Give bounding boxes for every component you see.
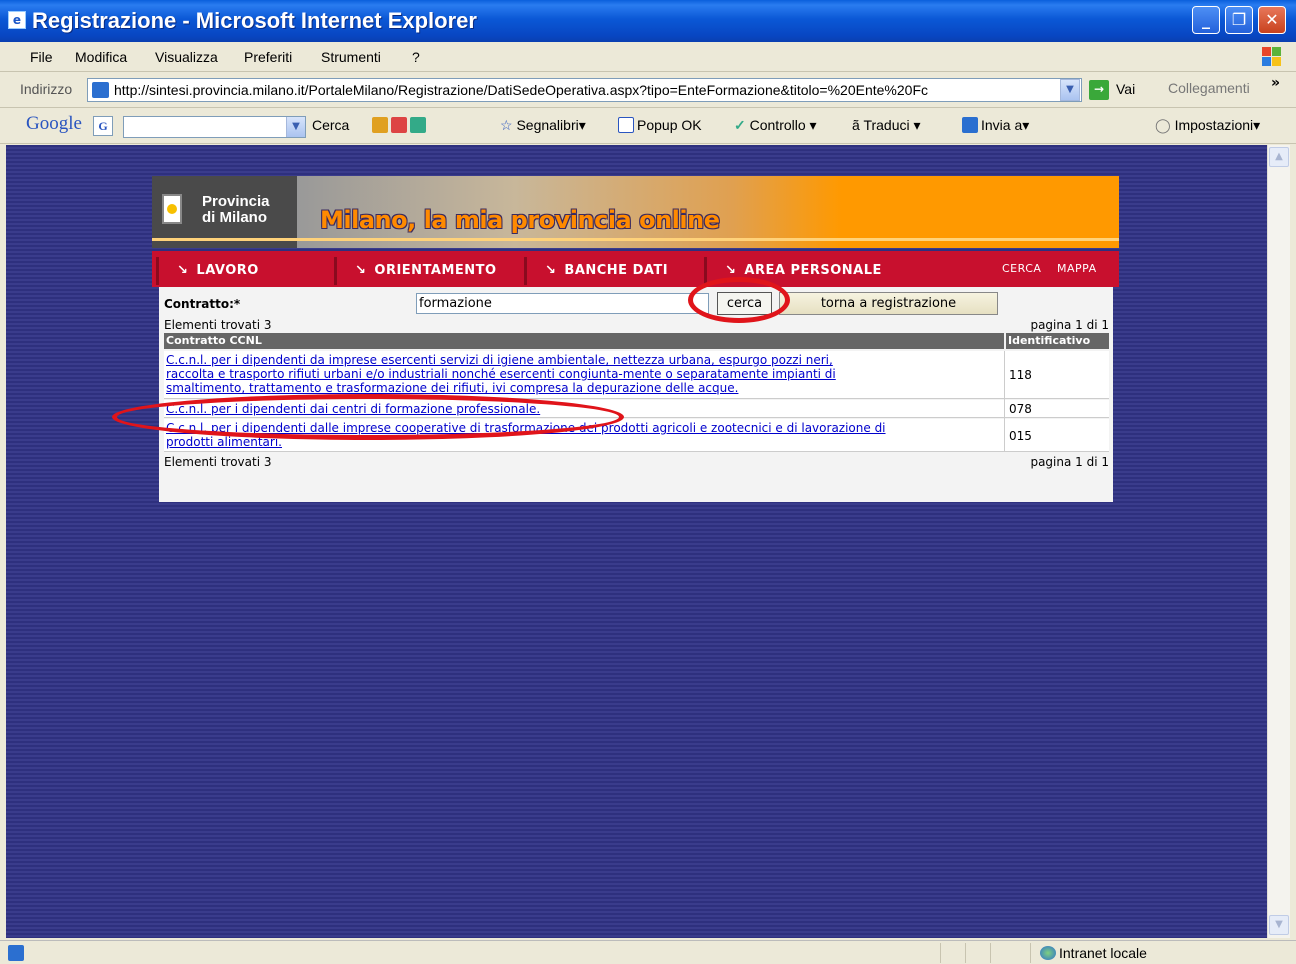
page-icon xyxy=(92,82,109,98)
menu-bar: File Modifica Visualizza Preferiti Strum… xyxy=(0,42,1296,72)
status-separator xyxy=(940,943,941,963)
address-input[interactable]: http://sintesi.provincia.milano.it/Porta… xyxy=(87,78,1082,102)
menu-modifica[interactable]: Modifica xyxy=(75,49,127,65)
provincia-brand: Provincia di Milano xyxy=(202,193,270,226)
column-divider xyxy=(1004,351,1005,452)
ie-page-icon: e xyxy=(8,11,26,29)
contract-link-015[interactable]: C.c.n.l. per i dipendenti dalle imprese … xyxy=(166,421,886,449)
popup-icon xyxy=(618,117,634,133)
status-separator xyxy=(965,943,966,963)
google-menu-icon[interactable]: G xyxy=(93,116,113,136)
google-search-dropdown-icon[interactable]: ▼ xyxy=(286,117,305,137)
contract-link-118[interactable]: C.c.n.l. per i dipendenti da imprese ese… xyxy=(166,353,836,395)
spellcheck-icon: ✓ xyxy=(734,117,750,133)
scroll-up-icon[interactable]: ▲ xyxy=(1269,147,1289,167)
window-title-bar[interactable]: e Registrazione - Microsoft Internet Exp… xyxy=(0,0,1296,42)
torna-registrazione-button[interactable]: torna a registrazione xyxy=(779,292,998,315)
google-logo[interactable]: Google xyxy=(26,113,82,135)
settings-radio-icon: ◯ xyxy=(1155,117,1175,133)
google-tool-icons[interactable] xyxy=(372,117,429,133)
minimize-button[interactable]: _ xyxy=(1192,6,1220,34)
address-bar: Indirizzo http://sintesi.provincia.milan… xyxy=(0,72,1296,108)
scroll-down-icon[interactable]: ▼ xyxy=(1269,915,1289,935)
page-info-bottom: pagina 1 di 1 xyxy=(1030,455,1109,469)
contract-id: 078 xyxy=(1009,402,1032,416)
util-cerca-link[interactable]: CERCA xyxy=(1002,262,1041,275)
google-search-button[interactable]: Cerca xyxy=(312,117,349,133)
contract-search-panel: Contratto:* formazione cerca torna a reg… xyxy=(159,287,1113,502)
results-count-bottom: Elementi trovati 3 xyxy=(164,455,272,469)
menu-preferiti[interactable]: Preferiti xyxy=(244,49,292,65)
util-mappa-link[interactable]: MAPPA xyxy=(1057,262,1097,275)
results-count-top: Elementi trovati 3 xyxy=(164,318,272,332)
translate-button[interactable]: ã Traduci ▾ xyxy=(852,117,921,134)
site-nav: ↘ LAVORO ↘ ORIENTAMENTO ↘ BANCHE DATI ↘ AREA… xyxy=(152,251,1119,287)
page-status-icon xyxy=(8,945,24,961)
table-row[interactable]: C.c.n.l. per i dipendenti da imprese ese… xyxy=(164,351,1109,399)
send-to-button[interactable]: Invia a▾ xyxy=(962,117,1029,134)
links-toolbar[interactable]: Collegamenti xyxy=(1168,80,1250,96)
contract-link-078[interactable]: C.c.n.l. per i dipendenti dai centri di … xyxy=(166,402,540,416)
spellcheck-button[interactable]: ✓ Controllo ▾ xyxy=(734,117,817,134)
send-icon xyxy=(962,117,978,133)
toolbar-overflow-icon[interactable]: » xyxy=(1271,75,1280,91)
nav-banche-dati[interactable]: ↘ BANCHE DATI xyxy=(524,257,704,285)
menu-visualizza[interactable]: Visualizza xyxy=(155,49,218,65)
nav-arrow-icon: ↘ xyxy=(177,263,189,278)
vertical-scrollbar[interactable]: ▲ ▼ xyxy=(1267,145,1290,938)
site-slogan: Milano, la mia provincia online xyxy=(320,206,720,234)
cerca-button[interactable]: cerca xyxy=(717,292,772,315)
status-bar: Intranet locale xyxy=(0,940,1296,964)
contract-id: 015 xyxy=(1009,429,1032,443)
contratto-label: Contratto:* xyxy=(164,297,241,311)
google-toolbar: Google G ▼ Cerca ☆ Segnalibri▾ Popup OK … xyxy=(0,108,1296,144)
settings-button[interactable]: ◯ Impostazioni▾ xyxy=(1155,117,1260,134)
go-arrow-icon[interactable]: → xyxy=(1089,80,1109,100)
status-separator xyxy=(990,943,991,963)
menu-help[interactable]: ? xyxy=(412,49,420,65)
nav-lavoro[interactable]: ↘ LAVORO xyxy=(156,257,334,285)
popup-blocker-button[interactable]: Popup OK xyxy=(618,117,702,133)
close-button[interactable]: ✕ xyxy=(1258,6,1286,34)
column-header-id: Identificativo xyxy=(1006,333,1109,349)
bookmarks-button[interactable]: ☆ Segnalibri▾ xyxy=(500,117,586,134)
translate-icon: ã xyxy=(852,117,864,133)
star-icon: ☆ xyxy=(500,117,517,133)
page-info-top: pagina 1 di 1 xyxy=(1030,318,1109,332)
contratto-search-input[interactable]: formazione xyxy=(416,293,709,314)
provincia-crest-icon xyxy=(162,194,182,224)
site-banner: Provincia di Milano Milano, la mia provi… xyxy=(152,176,1119,248)
contract-id: 118 xyxy=(1009,368,1032,382)
table-row[interactable]: C.c.n.l. per i dipendenti dalle imprese … xyxy=(164,419,1109,452)
nav-arrow-icon: ↘ xyxy=(545,263,557,278)
maximize-button[interactable]: ❐ xyxy=(1225,6,1253,34)
banner-stripe xyxy=(152,238,1119,241)
column-header-contract: Contratto CCNL xyxy=(164,333,1004,349)
window-title: Registrazione - Microsoft Internet Explo… xyxy=(32,8,477,33)
nav-arrow-icon: ↘ xyxy=(725,263,737,278)
menu-strumenti[interactable]: Strumenti xyxy=(321,49,381,65)
address-dropdown-icon[interactable]: ▼ xyxy=(1060,79,1080,101)
windows-logo-icon xyxy=(1262,47,1282,67)
google-search-input[interactable] xyxy=(123,116,306,138)
table-row[interactable]: C.c.n.l. per i dipendenti dai centri di … xyxy=(164,400,1109,418)
nav-orientamento[interactable]: ↘ ORIENTAMENTO xyxy=(334,257,524,285)
nav-arrow-icon: ↘ xyxy=(355,263,367,278)
go-button[interactable]: Vai xyxy=(1116,81,1135,97)
address-label: Indirizzo xyxy=(20,81,73,97)
status-separator xyxy=(1030,943,1031,963)
menu-file[interactable]: File xyxy=(30,49,53,65)
nav-area-personale[interactable]: ↘ AREA PERSONALE xyxy=(704,257,904,285)
intranet-globe-icon xyxy=(1040,946,1056,960)
security-zone[interactable]: Intranet locale xyxy=(1040,945,1147,961)
